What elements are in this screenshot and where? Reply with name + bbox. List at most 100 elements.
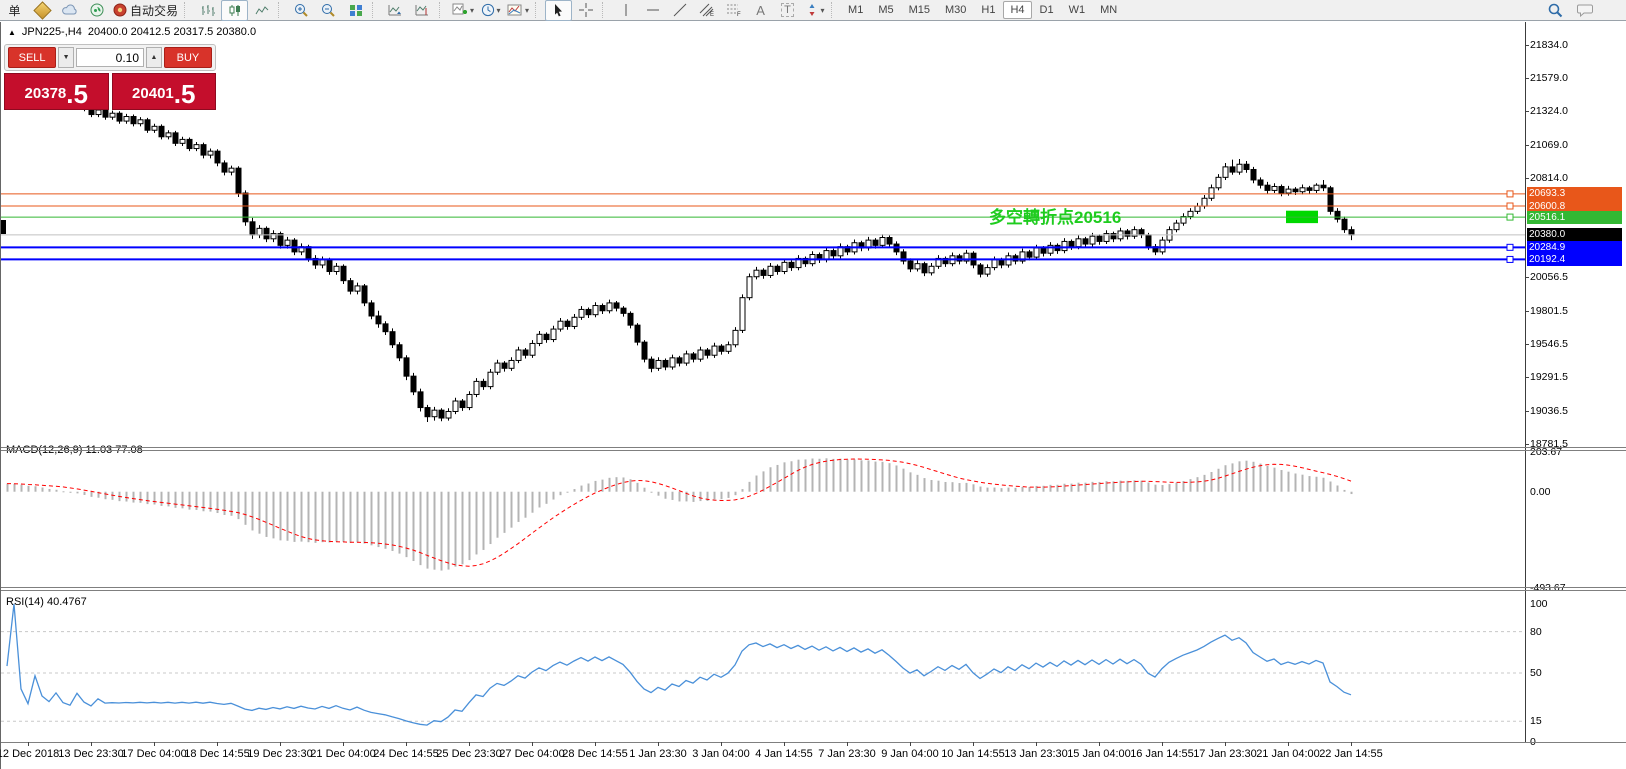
auto-scroll-icon [388, 4, 402, 15]
collapse-triangle-icon[interactable]: ▲ [8, 28, 16, 37]
chat-icon[interactable] [1577, 3, 1594, 17]
sell-button[interactable]: SELL [8, 47, 57, 68]
price-tick-mark [1526, 44, 1529, 46]
horizontal-line-icon [646, 9, 659, 11]
chart-window: ▲ JPN225-,H4 20400.0 20412.5 20317.5 203… [0, 22, 1626, 769]
arrows-tool-icon [809, 4, 815, 16]
volume-up-button[interactable]: ▲ [146, 47, 162, 68]
label-button[interactable]: T [774, 0, 801, 21]
cloud-icon-button[interactable] [56, 0, 83, 21]
date-tick-mark [1351, 742, 1352, 746]
timeframe-M30-button[interactable]: M30 [938, 1, 973, 19]
buy-button[interactable]: BUY [163, 47, 212, 68]
sell-price-frac: .5 [66, 79, 88, 109]
crosshair-button[interactable] [572, 0, 599, 21]
date-tick-label: 3 Jan 04:00 [692, 748, 750, 760]
clock-icon [481, 3, 494, 17]
price-line-tag: 20284.9 [1527, 240, 1622, 254]
rsi-tick-label: 100 [1530, 598, 1548, 610]
templates-button[interactable]: ▾ [504, 0, 532, 21]
price-tick-mark [1526, 111, 1529, 113]
toolbar-separator [372, 2, 379, 18]
timeframe-D1-button[interactable]: D1 [1033, 1, 1061, 19]
date-tick-mark [154, 742, 155, 746]
chart-plot-area[interactable] [1, 22, 1525, 769]
fibonacci-button[interactable]: F [720, 0, 747, 21]
macd-tick-label: 0.00 [1530, 485, 1551, 498]
indicators-button[interactable]: ▾ [449, 0, 477, 21]
chart-candles-button[interactable] [221, 0, 249, 21]
price-tick-mark [1526, 310, 1529, 312]
volume-input[interactable] [76, 48, 144, 67]
trendline-button[interactable] [666, 0, 693, 21]
new-order-button[interactable]: 单 [2, 0, 29, 21]
autotrading-button[interactable]: 自动交易 [110, 0, 181, 21]
chart-bars-button[interactable] [194, 0, 221, 21]
date-tick-mark [784, 742, 785, 746]
gold-icon-button[interactable] [29, 0, 56, 21]
chart-title-bar: ▲ JPN225-,H4 20400.0 20412.5 20317.5 203… [8, 26, 256, 38]
price-tick-label: 21834.0 [1530, 38, 1568, 51]
date-tick-label: 19 Dec 23:30 [247, 748, 313, 760]
auto-scroll-button[interactable] [382, 0, 409, 21]
timeframe-M15-button[interactable]: M15 [902, 1, 937, 19]
date-tick-label: 12 Dec 2018 [0, 748, 60, 760]
horizontal-line-button[interactable] [639, 0, 666, 21]
macd-splitter-line [1, 450, 1626, 451]
dropdown-caret-icon: ▾ [470, 5, 475, 15]
timeframe-H4-button[interactable]: H4 [1003, 1, 1032, 19]
price-tick-label: 19546.5 [1530, 337, 1568, 350]
price-line-tag: 20192.4 [1527, 252, 1622, 266]
zoom-in-icon [295, 3, 308, 17]
text-button[interactable]: A [747, 0, 774, 21]
buy-price-box[interactable]: 20401 .5 [111, 73, 216, 110]
price-tick-mark [1526, 443, 1529, 445]
date-tick-label: 21 Dec 04:00 [310, 748, 376, 760]
macd-splitter[interactable] [1, 447, 1626, 448]
timeframe-MN-button[interactable]: MN [1093, 1, 1124, 19]
chart-shift-button[interactable] [409, 0, 436, 21]
timeframe-M1-button[interactable]: M1 [841, 1, 870, 19]
channel-button[interactable]: E [693, 0, 720, 21]
autotrading-label: 自动交易 [130, 3, 179, 18]
price-tick-label: 20056.5 [1530, 271, 1568, 284]
mt4-terminal: 单 自动交易 ▾ ▾ ▾ E F A T ▾ M1 M5 M15 M30 H1 … [0, 0, 1626, 769]
fibonacci-icon: F [726, 4, 741, 17]
timeframe-toolbar: M1 M5 M15 M30 H1 H4 D1 W1 MN [841, 1, 1124, 19]
date-tick-mark [91, 742, 92, 746]
price-tick-label: 19036.5 [1530, 404, 1568, 417]
search-icon[interactable] [1548, 3, 1563, 18]
template-icon [507, 4, 522, 15]
price-tick-label: 21069.0 [1530, 138, 1568, 151]
vertical-line-button[interactable] [612, 0, 639, 21]
arrows-button[interactable]: ▾ [801, 0, 828, 21]
signals-icon-button[interactable] [83, 0, 110, 21]
dropdown-caret-icon: ▾ [525, 5, 530, 15]
svg-text:E: E [710, 12, 714, 17]
ohlc-values: 20400.0 20412.5 20317.5 20380.0 [87, 26, 257, 38]
toolbar-separator [278, 2, 285, 18]
main-toolbar: 单 自动交易 ▾ ▾ ▾ E F A T ▾ M1 M5 M15 M30 H1 … [0, 0, 1626, 21]
periods-button[interactable]: ▾ [477, 0, 504, 21]
zoom-out-button[interactable] [315, 0, 342, 21]
price-axis[interactable]: 21834.0 21579.0 21324.0 21069.0 20814.0 20056… [1526, 22, 1626, 769]
zoom-in-button[interactable] [288, 0, 315, 21]
rsi-splitter[interactable] [1, 587, 1626, 588]
timeframe-M5-button[interactable]: M5 [871, 1, 900, 19]
date-tick-label: 22 Jan 14:55 [1319, 748, 1383, 760]
timeframe-H1-button[interactable]: H1 [974, 1, 1002, 19]
timeframe-W1-button[interactable]: W1 [1062, 1, 1093, 19]
price-axis-border [1525, 22, 1526, 742]
date-tick-label: 15 Jan 04:00 [1067, 748, 1131, 760]
cursor-button[interactable] [545, 0, 573, 21]
sell-price-box[interactable]: 20378 .5 [4, 73, 109, 110]
chart-line-button[interactable] [248, 0, 275, 21]
date-tick-label: 13 Dec 23:30 [58, 748, 124, 760]
vertical-line-icon [625, 4, 627, 16]
dropdown-caret-icon: ▾ [820, 5, 825, 15]
date-tick-label: 27 Dec 04:00 [499, 748, 565, 760]
symbol-period-label: JPN225-,H4 [21, 26, 82, 38]
buy-price-main: 20401 [132, 85, 174, 102]
tile-windows-button[interactable] [342, 0, 369, 21]
volume-down-button[interactable]: ▼ [58, 47, 74, 68]
